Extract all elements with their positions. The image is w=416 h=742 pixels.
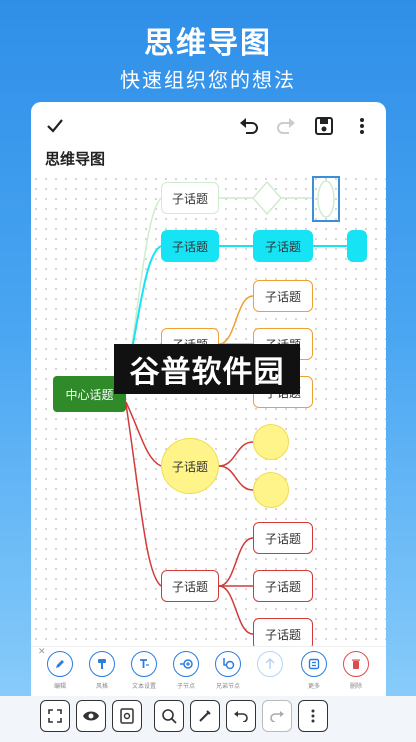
search-icon <box>162 709 177 724</box>
preview-button[interactable] <box>76 700 106 732</box>
action-label: 更多 <box>307 683 320 690</box>
save-icon[interactable] <box>312 114 336 138</box>
watermark: 谷普软件园 <box>114 344 300 394</box>
subtopic-node[interactable]: 子话题 <box>161 438 219 494</box>
more-vert-icon <box>311 709 315 723</box>
subtopic-node[interactable]: 子话题 <box>161 570 219 602</box>
brush-icon <box>199 710 211 722</box>
app-window: 思维导图 子话题 子话题 子话题 子话题 中心话题 子话题 子话题 子话题 子话… <box>31 102 386 742</box>
more-button[interactable]: 更多 <box>295 651 333 690</box>
bottom-toolbar <box>0 696 416 742</box>
sibling-node-button[interactable]: 兄弟节点 <box>209 651 247 690</box>
redo-icon[interactable] <box>274 114 298 138</box>
delete-button[interactable]: 删除 <box>337 651 375 690</box>
edit-button[interactable]: 编辑 <box>41 651 79 690</box>
add-sibling-node-icon <box>215 651 241 677</box>
document-title: 思维导图 <box>45 150 106 168</box>
document-gear-icon <box>120 708 134 724</box>
node-settings-button[interactable] <box>112 700 142 732</box>
move-up-button[interactable] <box>251 651 289 681</box>
hero-subtitle: 快速组织您的想法 <box>120 68 296 92</box>
top-toolbar <box>31 102 386 150</box>
empty-circle-node[interactable] <box>253 472 289 508</box>
subtopic-node[interactable]: 子话题 <box>253 618 313 649</box>
format-painter-button[interactable] <box>190 700 220 732</box>
subtopic-node[interactable]: 子话题 <box>253 230 313 262</box>
text-settings-button[interactable]: 文本设置 <box>125 651 163 690</box>
text-format-icon <box>131 651 157 677</box>
redo-button[interactable] <box>262 700 292 732</box>
fullscreen-icon <box>48 709 62 723</box>
undo-icon[interactable] <box>237 114 261 138</box>
diamond-node <box>252 180 282 216</box>
paint-roller-icon <box>89 651 115 677</box>
find-node-button[interactable] <box>154 700 184 732</box>
subtopic-node[interactable]: 子话题 <box>253 570 313 602</box>
subtopic-node[interactable]: 子话题 <box>253 280 313 312</box>
fit-screen-button[interactable] <box>40 700 70 732</box>
action-label: 编辑 <box>53 683 66 690</box>
add-child-node-icon <box>173 651 199 677</box>
check-icon[interactable] <box>43 114 67 138</box>
action-label: 文本设置 <box>131 683 156 690</box>
action-label: 删除 <box>349 683 362 690</box>
undo-icon <box>234 711 248 722</box>
subtopic-node[interactable]: 子话题 <box>161 230 219 262</box>
action-label: 兄弟节点 <box>215 683 240 690</box>
eye-icon <box>83 711 99 721</box>
redo-icon <box>270 711 284 722</box>
arrow-up-icon <box>257 651 283 677</box>
action-label: 子节点 <box>176 683 195 690</box>
pencil-icon <box>47 651 73 677</box>
trash-icon <box>343 651 369 677</box>
subtopic-node[interactable]: 子话题 <box>253 522 313 554</box>
empty-circle-node[interactable] <box>253 424 289 460</box>
more-vert-icon[interactable] <box>350 114 374 138</box>
ellipse-node <box>317 180 335 218</box>
empty-node[interactable] <box>347 230 367 262</box>
child-node-button[interactable]: 子节点 <box>167 651 205 690</box>
more-options-button[interactable] <box>298 700 328 732</box>
more-panel-icon <box>301 651 327 677</box>
action-label: 风格 <box>95 683 108 690</box>
undo-button[interactable] <box>226 700 256 732</box>
subtopic-node[interactable]: 子话题 <box>161 182 219 214</box>
hero-title: 思维导图 <box>144 26 272 61</box>
node-action-bar: ✕ 编辑 风格 文本设置 子节点 兄弟节点 更多 删除 <box>31 646 386 696</box>
mindmap-canvas[interactable]: 子话题 子话题 子话题 子话题 子话题 子话题 子话题 中心话题 子话题 子话题… <box>31 174 386 649</box>
style-button[interactable]: 风格 <box>83 651 121 690</box>
